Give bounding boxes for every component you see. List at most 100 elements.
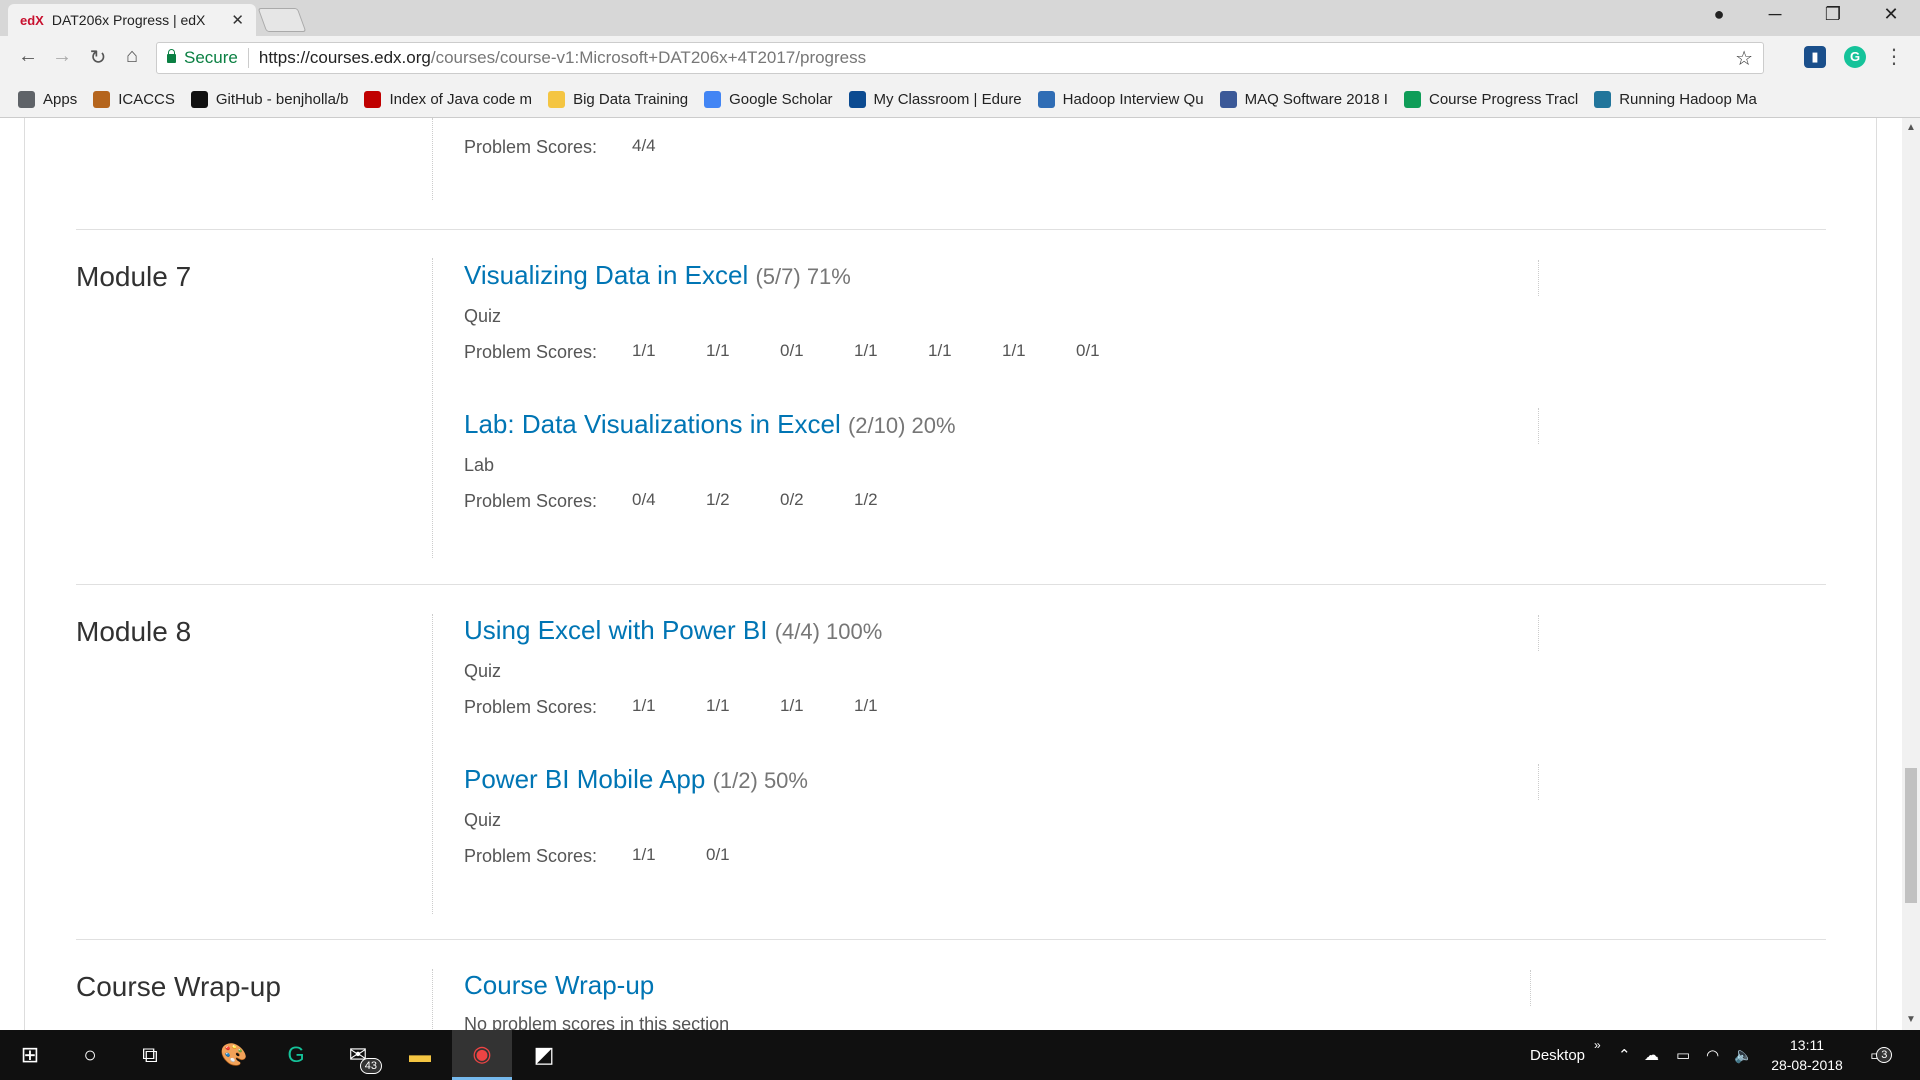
bookmark-item[interactable]: Index of Java code m — [364, 91, 532, 108]
bookmark-item[interactable]: GitHub - benjholla/b — [190, 91, 349, 108]
secure-indicator[interactable]: Secure — [167, 48, 238, 68]
desktop-toolbar-label[interactable]: Desktop — [1530, 1030, 1585, 1080]
profile-icon[interactable]: ● — [1704, 4, 1734, 25]
problem-score: 1/1 — [632, 341, 656, 360]
bookmark-star-icon[interactable]: ☆ — [1735, 46, 1753, 71]
address-bar[interactable]: Secure https://courses.edx.org /courses/… — [156, 42, 1764, 74]
minimize-window-button[interactable]: ─ — [1760, 4, 1790, 25]
action-center-icon[interactable]: ▭3 — [1870, 1030, 1893, 1080]
bookmark-item[interactable]: Big Data Training — [548, 91, 688, 108]
content-border-right — [1876, 118, 1877, 1030]
grammarly-app-icon[interactable]: G — [266, 1030, 326, 1080]
toolbar-expand-icon[interactable]: » — [1594, 1020, 1601, 1070]
subsection-title-link[interactable]: Lab: Data Visualizations in Excel (2/10)… — [464, 409, 956, 440]
bookmark-label: Running Hadoop Ma — [1619, 91, 1757, 108]
subsection-title[interactable]: Course Wrap-up — [464, 970, 654, 1000]
bookmark-label: MAQ Software 2018 I — [1244, 91, 1388, 108]
scroll-up-arrow-icon[interactable]: ▲ — [1902, 122, 1920, 133]
module-title: Module 7 — [76, 261, 192, 292]
bookmark-item[interactable]: My Classroom | Edure — [848, 91, 1022, 108]
facebook-icon — [1219, 91, 1237, 108]
apps-grid-icon — [18, 91, 35, 108]
problem-scores-label: Problem Scores: — [464, 491, 598, 511]
grammarly-extension-icon[interactable]: G — [1844, 46, 1866, 68]
bookmark-label: Apps — [43, 91, 78, 108]
bookmark-label: Hadoop Interview Qu — [1062, 91, 1204, 108]
system-clock[interactable]: 13:11 28-08-2018 — [1762, 1035, 1852, 1075]
new-tab-button[interactable] — [257, 8, 307, 32]
github-icon — [190, 91, 208, 108]
chrome-app-icon[interactable]: ◉ — [452, 1030, 512, 1080]
restore-window-button[interactable]: ❐ — [1818, 4, 1848, 25]
bookmarks-bar: Apps ICACCS GitHub - benjholla/b Index of J… — [0, 82, 1920, 118]
tab-title: DAT206x Progress | edX — [51, 12, 206, 28]
page-scrollbar[interactable]: ▲ ▼ — [1902, 118, 1920, 1030]
subsection-title-link[interactable]: Power BI Mobile App (1/2) 50% — [464, 764, 808, 795]
subsection-title[interactable]: Lab: Data Visualizations in Excel — [464, 409, 841, 439]
bookmark-item[interactable]: ICACCS — [93, 91, 175, 108]
sheets-icon — [1403, 91, 1421, 108]
browser-tab[interactable]: edX DAT206x Progress | edX ✕ — [8, 4, 256, 36]
bookmark-item[interactable]: Hadoop Interview Qu — [1037, 91, 1204, 108]
pdf-icon — [364, 91, 382, 108]
forward-arrow-icon[interactable]: → — [48, 45, 76, 68]
home-icon[interactable]: ⌂ — [118, 45, 146, 68]
file-explorer-icon[interactable]: ▬ — [390, 1030, 450, 1080]
subsection-title-link[interactable]: Course Wrap-up — [464, 970, 654, 1001]
subsection-divider-dotted — [1538, 764, 1539, 800]
subsection-title-link[interactable]: Visualizing Data in Excel (5/7) 71% — [464, 260, 851, 291]
subsection-divider-dotted — [1538, 615, 1539, 651]
address-separator — [247, 48, 249, 68]
module-divider — [76, 939, 1826, 940]
close-window-button[interactable]: ✕ — [1876, 4, 1906, 25]
progress-page: Problem Scores: 4/4 Module 7 Visualizing… — [0, 118, 1902, 1030]
problem-score: 1/1 — [706, 341, 730, 360]
bookmark-item[interactable]: Google Scholar — [704, 91, 833, 108]
bookmark-label: Google Scholar — [729, 91, 833, 108]
chrome-menu-icon[interactable]: ⋮ — [1880, 44, 1908, 69]
cortana-search-icon[interactable]: ○ — [60, 1030, 120, 1080]
subsection-title[interactable]: Visualizing Data in Excel — [464, 260, 748, 290]
bookmark-item[interactable]: Running Hadoop Ma — [1594, 91, 1757, 108]
windows-start-icon[interactable]: ⊞ — [0, 1030, 60, 1080]
battery-icon[interactable]: ▭ — [1676, 1030, 1690, 1080]
problem-score: 4/4 — [632, 136, 656, 155]
no-scores-message: No problem scores in this section — [464, 1014, 730, 1030]
problem-scores-label: Problem Scores: — [464, 342, 598, 362]
hadoop-icon — [1037, 91, 1055, 108]
problem-score: 0/1 — [1076, 341, 1100, 360]
module-title: Course Wrap-up — [76, 971, 281, 1002]
volume-icon[interactable]: 🔈 — [1734, 1030, 1753, 1080]
reload-icon[interactable]: ↻ — [84, 45, 112, 70]
mail-app-icon[interactable]: ✉ 43 — [328, 1030, 388, 1080]
subsection-title[interactable]: Power BI Mobile App — [464, 764, 705, 794]
problem-score: 1/1 — [854, 696, 878, 715]
problem-score: 1/2 — [706, 490, 730, 509]
problem-score: 1/1 — [780, 696, 804, 715]
sticky-notes-icon[interactable]: ◩ — [514, 1030, 574, 1080]
bookmark-item[interactable]: Apps — [18, 91, 77, 108]
wifi-icon[interactable]: ◠ — [1706, 1030, 1719, 1080]
section-divider-dotted — [432, 969, 433, 1030]
analytics-extension-icon[interactable]: ▮ — [1804, 46, 1826, 68]
scroll-down-arrow-icon[interactable]: ▼ — [1902, 1014, 1920, 1025]
clock-time: 13:11 — [1790, 1037, 1824, 1053]
subsection-title-link[interactable]: Using Excel with Power BI (4/4) 100% — [464, 615, 882, 646]
bookmark-item[interactable]: MAQ Software 2018 I — [1219, 91, 1388, 108]
bookmark-item[interactable]: Course Progress Tracl — [1403, 91, 1578, 108]
problem-scores-label: Problem Scores: — [464, 137, 598, 157]
subsection-type: Quiz — [464, 306, 502, 326]
back-arrow-icon[interactable]: ← — [14, 45, 42, 68]
tab-close-icon[interactable]: ✕ — [231, 11, 244, 29]
scrollbar-thumb[interactable] — [1905, 768, 1917, 903]
onedrive-icon[interactable]: ☁ — [1644, 1030, 1659, 1080]
paint-app-icon[interactable]: 🎨 — [204, 1030, 264, 1080]
subsection-type: Quiz — [464, 661, 502, 681]
bookmark-label: My Classroom | Edure — [873, 91, 1022, 108]
tray-chevron-up-icon[interactable]: ⌃ — [1618, 1030, 1631, 1080]
subsection-title[interactable]: Using Excel with Power BI — [464, 615, 767, 645]
problem-score: 1/1 — [854, 341, 878, 360]
problem-score: 0/1 — [780, 341, 804, 360]
task-view-icon[interactable]: ⧉ — [120, 1030, 180, 1080]
bookmark-label: GitHub - benjholla/b — [215, 91, 349, 108]
